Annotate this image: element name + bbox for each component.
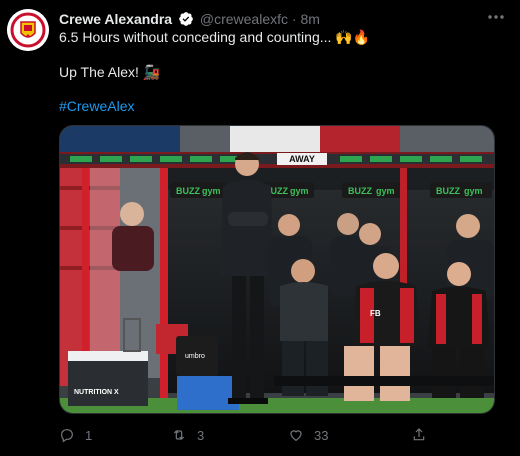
hashtag-link[interactable]: #CreweAlex — [59, 97, 134, 115]
tweet-text-line-2: Up The Alex! 🚂 — [59, 64, 161, 80]
tweet-text-line-1: 6.5 Hours without conceding and counting… — [59, 29, 371, 45]
sponsor-gym-4: gym — [464, 186, 483, 196]
retweet-icon — [173, 430, 185, 440]
author-name[interactable]: Crewe Alexandra — [59, 11, 172, 27]
reply-icon — [61, 429, 73, 443]
like-count: 33 — [314, 427, 329, 443]
like-icon — [290, 430, 302, 442]
away-sign: AWAY — [289, 154, 315, 164]
share-icon — [413, 428, 425, 441]
nutrition-label: NUTRITION X — [74, 389, 119, 396]
tweet[interactable]: Crewe Alexandra @crewealexfc · 8m 6.5 Ho… — [0, 0, 520, 456]
dot-separator: · — [291, 11, 297, 27]
action-bar: 1 3 33 — [59, 426, 439, 444]
sponsor-gym-3: gym — [376, 186, 395, 196]
sponsor-buzz-1: BUZZ — [176, 186, 200, 196]
reply-button[interactable]: 1 — [59, 426, 92, 444]
share-button[interactable] — [411, 426, 427, 444]
retweet-button[interactable]: 3 — [171, 426, 204, 444]
sponsor-buzz-4: BUZZ — [436, 186, 460, 196]
crest-icon — [7, 9, 49, 51]
reply-count: 1 — [85, 427, 93, 443]
more-icon[interactable] — [484, 7, 508, 27]
author-handle[interactable]: @crewealexfc — [200, 11, 288, 27]
tweet-header: Crewe Alexandra @crewealexfc · 8m — [59, 10, 506, 28]
tweet-photo[interactable]: AWAY BUZZ gym BUZZ gym BUZZ gym BUZZ gym — [59, 125, 495, 414]
avatar[interactable] — [7, 9, 49, 51]
like-button[interactable]: 33 — [288, 426, 328, 444]
sponsor-buzz-3: BUZZ — [348, 186, 372, 196]
dugout-photo: AWAY BUZZ gym BUZZ gym BUZZ gym BUZZ gym — [60, 126, 494, 413]
retweet-count: 3 — [197, 427, 205, 443]
umbro-logo: umbro — [185, 353, 205, 360]
sponsor-gym-1: gym — [202, 186, 221, 196]
sponsor-gym-2: gym — [290, 186, 309, 196]
timestamp[interactable]: 8m — [300, 11, 319, 27]
shirt-initials: FB — [370, 309, 381, 318]
